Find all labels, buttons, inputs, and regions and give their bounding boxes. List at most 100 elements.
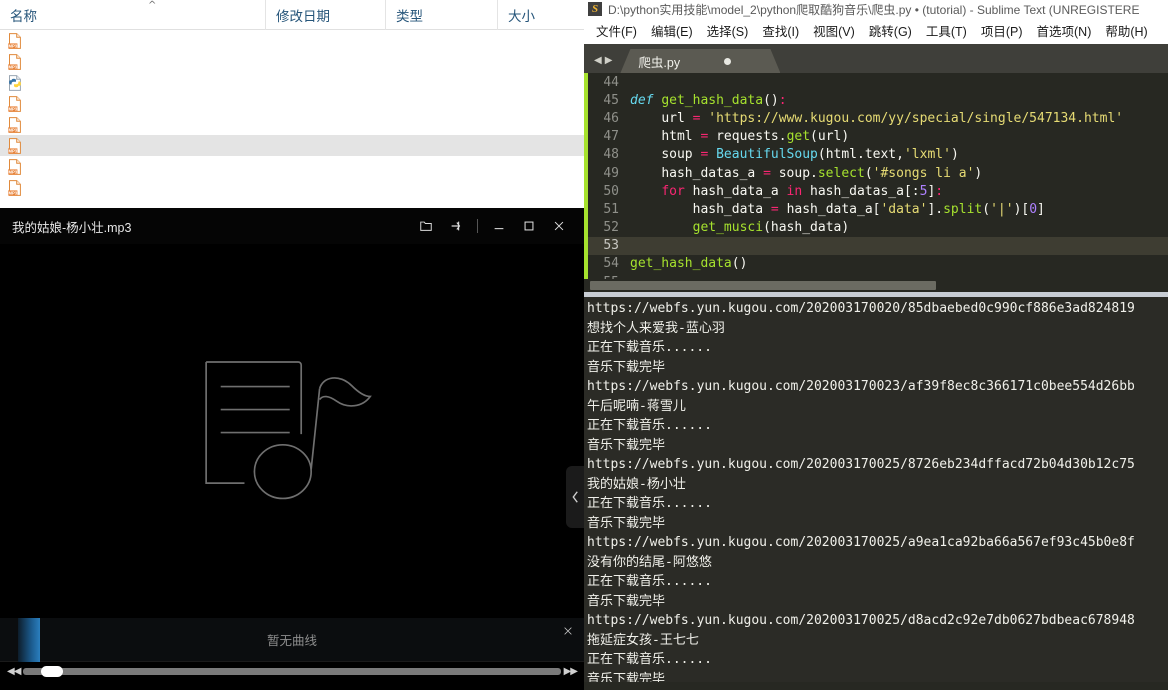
menu-item-tools-label: 工具(T) (925, 25, 967, 39)
seek-track[interactable] (23, 665, 561, 677)
sublime-menu-bar: 文件(F) 编辑(E) 选择(S) 查找(I) 视图(V) 跳转(G) 工具(T… (584, 18, 1168, 44)
console-line: 音乐下载完毕 (587, 515, 666, 531)
menu-item-selection[interactable]: 选择(S) (700, 21, 756, 40)
column-header-name-label: 名称 (10, 8, 37, 24)
mp3-file-icon: MP3 (7, 116, 23, 133)
code-line[interactable]: 49 hash_datas_a = soup.select('#songs li… (584, 164, 1168, 182)
line-number: 51 (603, 201, 619, 217)
file-name-cell[interactable]: MP3 (0, 179, 265, 196)
tab-label: 爬虫.py (638, 55, 681, 70)
menu-item-tools[interactable]: 工具(T) (919, 21, 974, 40)
code-line[interactable]: 53 (584, 236, 1168, 255)
file-row[interactable]: MP3 (0, 93, 584, 114)
file-name-cell[interactable]: MP3 (0, 158, 265, 175)
code-line[interactable]: 50 for hash_data_a in hash_datas_a[:5]: (584, 182, 1168, 200)
music-note-placeholder-icon (205, 361, 372, 500)
code-text: for hash_data_a in hash_datas_a[:5]: (661, 183, 944, 199)
curve-close-icon[interactable] (562, 624, 574, 640)
menu-item-goto[interactable]: 跳转(G) (862, 21, 919, 40)
minimize-icon[interactable] (484, 208, 514, 244)
player-video-stage[interactable] (0, 244, 584, 618)
menu-item-view[interactable]: 视图(V) (806, 21, 862, 40)
screen-root: 名称 ^ 修改日期 类型 大小 MP3 MP3 MP3 MP3 MP3 MP3 MP3 S … (0, 0, 1168, 690)
window-button-separator (477, 219, 478, 233)
menu-item-goto-label: 跳转(G) (868, 25, 912, 39)
tab-unsaved-dot-icon (724, 57, 732, 65)
sort-ascending-icon: ^ (148, 0, 157, 11)
pin-icon[interactable] (441, 208, 471, 244)
column-header-size-label: 大小 (508, 8, 535, 24)
menu-item-edit-label: 编辑(E) (650, 25, 693, 39)
code-line[interactable]: 45 def get_hash_data(): (584, 91, 1168, 109)
console-line: 我的姑娘-杨小壮 (587, 476, 686, 492)
console-line: 没有你的结尾-阿悠悠 (587, 554, 712, 570)
file-name-cell[interactable]: MP3 (0, 95, 265, 112)
file-name-cell[interactable]: MP3 (0, 32, 265, 49)
console-line: https://webfs.yun.kugou.com/202003170025… (587, 457, 1135, 472)
folder-icon[interactable] (411, 208, 441, 244)
tab-scroll-right-icon[interactable]: ▶ (605, 55, 613, 66)
file-row[interactable]: MP3 (0, 156, 584, 177)
menu-item-find[interactable]: 查找(I) (755, 21, 806, 40)
seek-knob[interactable] (41, 665, 64, 677)
file-name-cell[interactable] (0, 74, 265, 91)
player-seek-bar[interactable]: ◀◀ ▶▶ (0, 662, 584, 680)
svg-text:MP3: MP3 (8, 127, 17, 132)
column-header-date[interactable]: 修改日期 (265, 0, 385, 30)
code-line[interactable]: 48 soup = BeautifulSoup(html.text,'lxml'… (584, 146, 1168, 164)
file-row[interactable]: MP3 (0, 177, 584, 198)
close-icon[interactable] (544, 208, 574, 244)
code-line[interactable]: 44 (584, 73, 1168, 91)
menu-item-edit[interactable]: 编辑(E) (644, 21, 700, 40)
column-header-name[interactable]: 名称 ^ (0, 0, 265, 30)
code-line[interactable]: 46 url = 'https://www.kugou.com/yy/speci… (584, 109, 1168, 127)
file-name-cell[interactable]: MP3 (0, 116, 265, 133)
menu-item-project[interactable]: 项目(P) (974, 21, 1030, 40)
menu-item-preferences[interactable]: 首选项(N) (1030, 21, 1099, 40)
code-line[interactable]: 52 get_musci(hash_data) (584, 219, 1168, 237)
build-output-console[interactable]: https://webfs.yun.kugou.com/202003170020… (584, 297, 1168, 682)
code-body[interactable]: 44 45 def get_hash_data(): 46 url = 'https:… (584, 73, 1168, 291)
console-line: 音乐下载完毕 (587, 671, 666, 683)
svg-text:MP3: MP3 (8, 43, 17, 48)
menu-item-help[interactable]: 帮助(H) (1098, 21, 1154, 40)
menu-item-file[interactable]: 文件(F) (589, 21, 644, 40)
fast-forward-icon[interactable]: ▶▶ (561, 666, 580, 677)
file-row[interactable]: MP3 (0, 114, 584, 135)
code-text: html = requests.get(url) (661, 129, 850, 145)
code-text: hash_datas_a = soup.select('#songs li a'… (661, 165, 983, 181)
file-name-cell[interactable]: MP3 (0, 53, 265, 70)
column-header-size[interactable]: 大小 (497, 0, 584, 30)
line-number: 46 (603, 110, 619, 126)
file-row[interactable]: MP3 (0, 135, 584, 156)
file-row[interactable] (0, 72, 584, 93)
editor-scrollbar-thumb[interactable] (590, 281, 936, 290)
editor-horizontal-scrollbar[interactable] (584, 279, 1168, 292)
tab-scroll-left-icon[interactable]: ◀ (594, 55, 602, 66)
console-line: 音乐下载完毕 (587, 359, 666, 375)
file-explorer-window: 名称 ^ 修改日期 类型 大小 MP3 MP3 MP3 MP3 MP3 MP3 MP3 (0, 0, 584, 208)
console-line: 正在下载音乐...... (587, 418, 712, 433)
maximize-icon[interactable] (514, 208, 544, 244)
menu-item-selection-label: 选择(S) (706, 25, 749, 39)
mp3-file-icon: MP3 (7, 53, 23, 70)
rewind-icon[interactable]: ◀◀ (4, 666, 23, 677)
code-line[interactable]: 47 html = requests.get(url) (584, 128, 1168, 146)
console-line: 正在下载音乐...... (587, 340, 712, 355)
mp3-file-icon: MP3 (7, 95, 23, 112)
file-row[interactable]: MP3 (0, 30, 584, 51)
column-header-type[interactable]: 类型 (385, 0, 497, 30)
chevron-left-icon[interactable] (566, 466, 584, 528)
python-file-icon (7, 74, 23, 91)
console-line: https://webfs.yun.kugou.com/202003170020… (587, 301, 1135, 316)
explorer-column-header: 名称 ^ 修改日期 类型 大小 (0, 0, 584, 30)
tab-scroll-arrows[interactable]: ◀ ▶ (584, 55, 620, 73)
file-name-cell[interactable]: MP3 (0, 137, 265, 154)
console-line: 正在下载音乐...... (587, 652, 712, 667)
tab-pachong-py[interactable]: 爬虫.py (620, 49, 780, 73)
code-line[interactable]: 51 hash_data = hash_data_a['data'].split… (584, 200, 1168, 218)
file-row[interactable]: MP3 (0, 51, 584, 72)
code-line[interactable]: 54 get_hash_data() (584, 255, 1168, 273)
console-line: https://webfs.yun.kugou.com/202003170025… (587, 613, 1135, 628)
code-editor[interactable]: 44 45 def get_hash_data(): 46 url = 'https:… (584, 73, 1168, 292)
